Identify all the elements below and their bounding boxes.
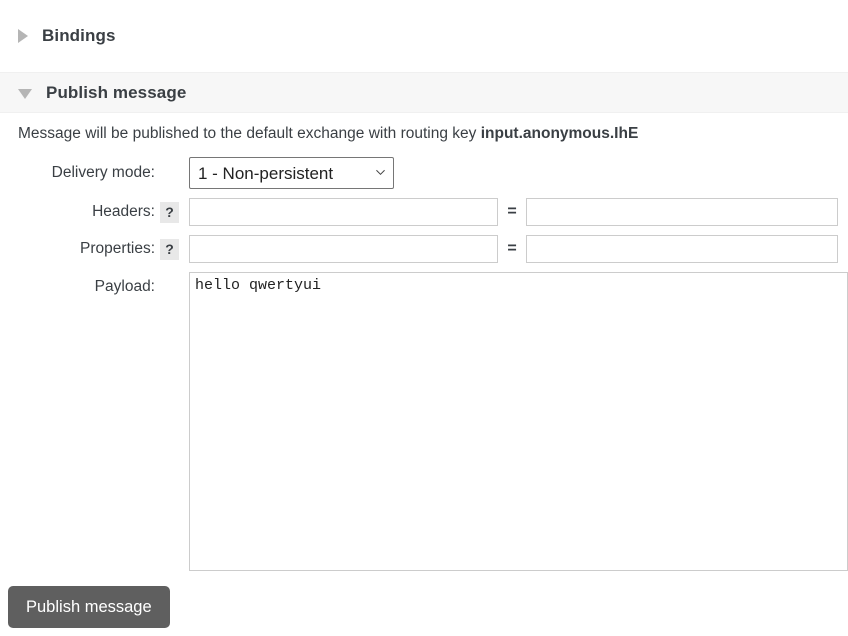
publish-intro-text: Message will be published to the default… <box>0 123 848 145</box>
properties-value-input[interactable] <box>526 235 838 263</box>
properties-label: Properties: <box>80 240 155 257</box>
delivery-mode-row: Delivery mode: 1 - Non-persistent <box>0 157 848 189</box>
headers-equals-separator: = <box>507 203 517 220</box>
publish-button-row: Publish message <box>0 571 848 628</box>
headers-help-icon[interactable]: ? <box>160 201 179 223</box>
headers-row: Headers: ? = <box>0 198 848 226</box>
triangle-down-icon <box>18 88 32 99</box>
properties-equals-separator: = <box>507 240 517 257</box>
triangle-right-icon <box>18 29 28 43</box>
headers-key-input[interactable] <box>189 198 498 226</box>
properties-key-input[interactable] <box>189 235 498 263</box>
payload-textarea[interactable]: hello qwertyui <box>189 272 848 571</box>
delivery-mode-select-wrapper: 1 - Non-persistent <box>189 157 394 189</box>
properties-help-icon[interactable]: ? <box>160 238 179 260</box>
headers-label: Headers: <box>92 203 155 220</box>
headers-value-input[interactable] <box>526 198 838 226</box>
section-publish-message-header[interactable]: Publish message <box>0 72 848 113</box>
payload-row: Payload: hello qwertyui <box>0 272 848 571</box>
payload-label: Payload: <box>94 278 155 295</box>
section-publish-message-title: Publish message <box>46 82 187 102</box>
section-bindings-header[interactable]: Bindings <box>0 0 848 72</box>
publish-message-button[interactable]: Publish message <box>8 586 170 628</box>
publish-message-form: Message will be published to the default… <box>0 113 848 628</box>
publish-intro-prefix: Message will be published to the default… <box>18 125 481 142</box>
section-bindings-title: Bindings <box>42 26 116 45</box>
delivery-mode-select[interactable]: 1 - Non-persistent <box>189 157 394 189</box>
routing-key-value: input.anonymous.IhE <box>480 125 639 142</box>
delivery-mode-label: Delivery mode: <box>51 164 155 181</box>
properties-row: Properties: ? = <box>0 235 848 263</box>
